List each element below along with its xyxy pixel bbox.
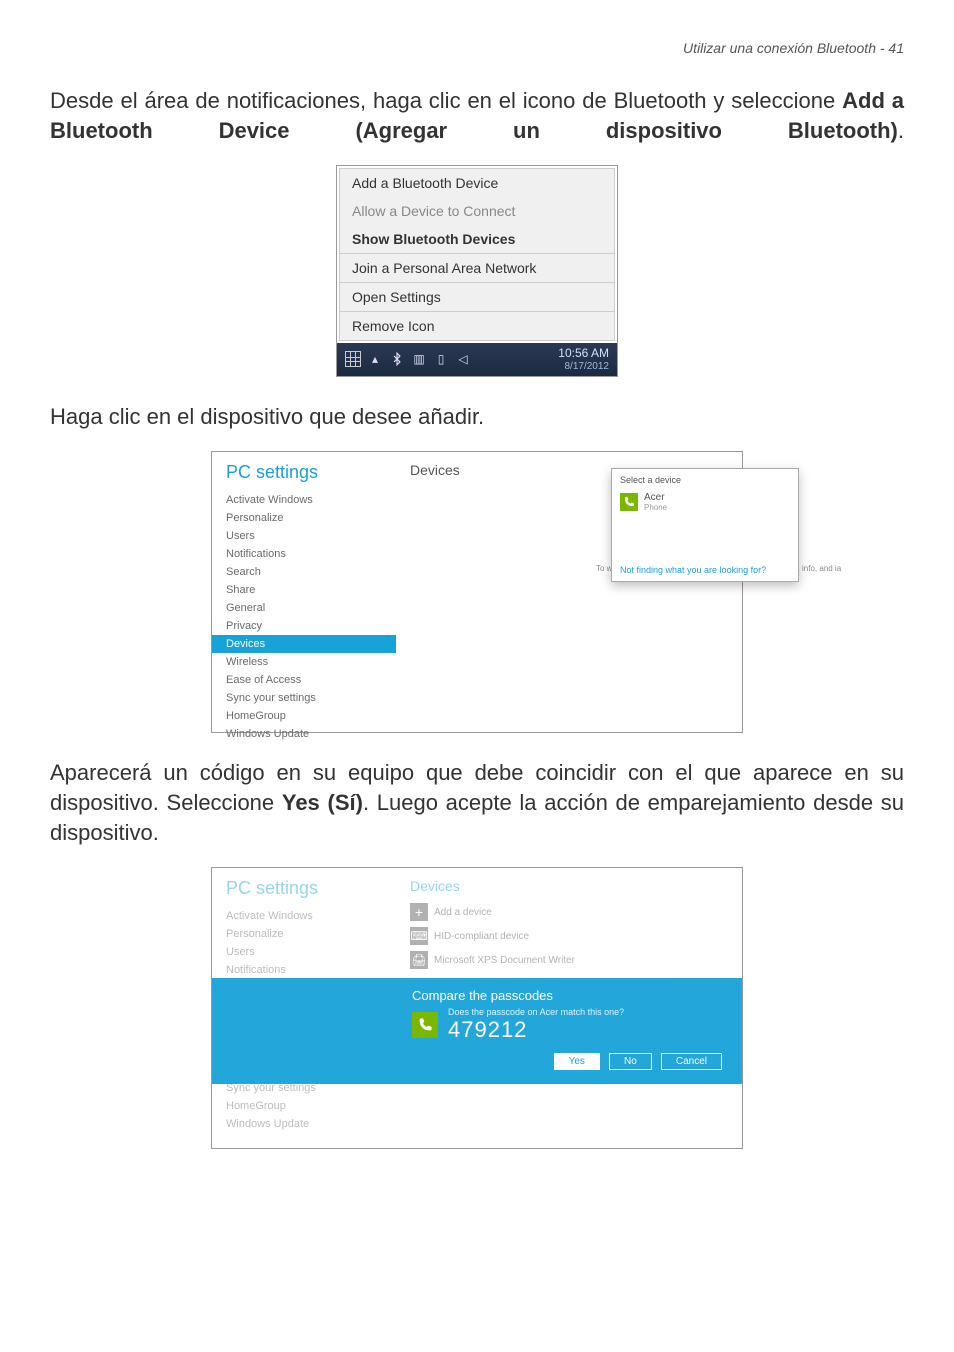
sidebar2-homegroup[interactable]: HomeGroup [226,1097,396,1115]
device-type-phone: Phone [644,503,667,512]
pc-settings-title-2: PC settings [226,878,396,899]
main-title-devices-2: Devices [410,878,728,894]
sidebar-users[interactable]: Users [226,527,396,545]
banner-question: Does the passcode on Acer match this one… [448,1007,624,1017]
sidebar-sync-settings[interactable]: Sync your settings [226,689,396,707]
no-button[interactable]: No [609,1053,652,1070]
sidebar-windows-update[interactable]: Windows Update [226,725,396,743]
taskbar: ▴ ▥ ▯ ◁ 10:56 AM 8/17/2012 [337,343,617,375]
sidebar-share[interactable]: Share [226,581,396,599]
banner-title: Compare the passcodes [412,988,722,1003]
pc-settings-figure-1: PC settings Activate Windows Personalize… [211,451,743,733]
pc-settings-sidebar: PC settings Activate Windows Personalize… [212,452,396,732]
printer-icon: 🖨 [410,951,428,969]
paragraph-1: Desde el área de notificaciones, haga cl… [50,86,904,145]
phone-icon [620,493,638,511]
yes-button[interactable]: Yes [554,1053,600,1070]
pc-settings-main: Devices nections ice software (drivers, … [396,452,742,732]
volume-icon[interactable]: ◁ [455,351,471,367]
para3-bold: Yes (Sí) [282,790,363,815]
menu-join-pan[interactable]: Join a Personal Area Network [340,254,614,282]
menu-add-bluetooth-device[interactable]: Add a Bluetooth Device [340,169,614,197]
select-device-popup: Select a device Acer Phone Not finding w… [611,468,799,582]
sidebar-privacy[interactable]: Privacy [226,617,396,635]
paragraph-2: Haga clic en el dispositivo que desee añ… [50,402,904,432]
sidebar2-notifications[interactable]: Notifications [226,961,396,979]
sidebar-wireless[interactable]: Wireless [226,653,396,671]
xps-device-row[interactable]: 🖨 Microsoft XPS Document Writer [410,948,728,972]
menu-allow-device-connect[interactable]: Allow a Device to Connect [340,197,614,225]
add-device-row[interactable]: + Add a device [410,900,728,924]
paragraph-3: Aparecerá un código en su equipo que deb… [50,758,904,847]
phone-icon-large [412,1012,438,1038]
passcode-value: 479212 [448,1017,624,1043]
sidebar-homegroup[interactable]: HomeGroup [226,707,396,725]
para1-pre: Desde el área de notificaciones, haga cl… [50,88,842,113]
battery-icon[interactable]: ▯ [433,351,449,367]
device-acer-phone[interactable]: Acer Phone [620,489,790,515]
network-icon[interactable]: ▥ [411,351,427,367]
device-name-acer: Acer [644,492,667,503]
sidebar2-users[interactable]: Users [226,943,396,961]
hid-label: HID-compliant device [434,931,529,942]
sidebar-activate-windows[interactable]: Activate Windows [226,491,396,509]
sidebar-notifications[interactable]: Notifications [226,545,396,563]
sidebar-search[interactable]: Search [226,563,396,581]
sidebar2-activate-windows[interactable]: Activate Windows [226,907,396,925]
menu-open-settings[interactable]: Open Settings [340,283,614,311]
hid-device-row[interactable]: ⌨ HID-compliant device [410,924,728,948]
pc-settings-figure-2: PC settings Activate Windows Personalize… [211,867,743,1149]
para1-post: . [898,118,904,143]
add-device-label: Add a device [434,907,492,918]
compare-passcodes-banner: Compare the passcodes Does the passcode … [212,978,742,1084]
bluetooth-context-menu: Add a Bluetooth Device Allow a Device to… [336,165,618,376]
plus-icon: + [410,903,428,921]
sidebar-general[interactable]: General [226,599,396,617]
clock-time: 10:56 AM [558,347,609,360]
xps-label: Microsoft XPS Document Writer [434,955,575,966]
pc-settings-title: PC settings [226,462,396,483]
menu-show-bluetooth-devices[interactable]: Show Bluetooth Devices [340,225,614,253]
not-finding-link[interactable]: Not finding what you are looking for? [620,565,790,575]
cancel-button[interactable]: Cancel [661,1053,722,1070]
menu-remove-icon[interactable]: Remove Icon [340,312,614,340]
keyboard-grid-icon [345,351,361,367]
bluetooth-icon[interactable] [389,351,405,367]
hid-icon: ⌨ [410,927,428,945]
taskbar-clock: 10:56 AM 8/17/2012 [558,347,609,371]
sidebar-devices[interactable]: Devices [212,635,396,653]
tray-chevron-icon[interactable]: ▴ [367,351,383,367]
sidebar2-windows-update[interactable]: Windows Update [226,1115,396,1133]
sidebar-personalize[interactable]: Personalize [226,509,396,527]
sidebar2-personalize[interactable]: Personalize [226,925,396,943]
sidebar-ease-of-access[interactable]: Ease of Access [226,671,396,689]
page-header: Utilizar una conexión Bluetooth - 41 [50,40,904,56]
clock-date: 8/17/2012 [558,361,609,372]
popup-title: Select a device [620,475,790,485]
